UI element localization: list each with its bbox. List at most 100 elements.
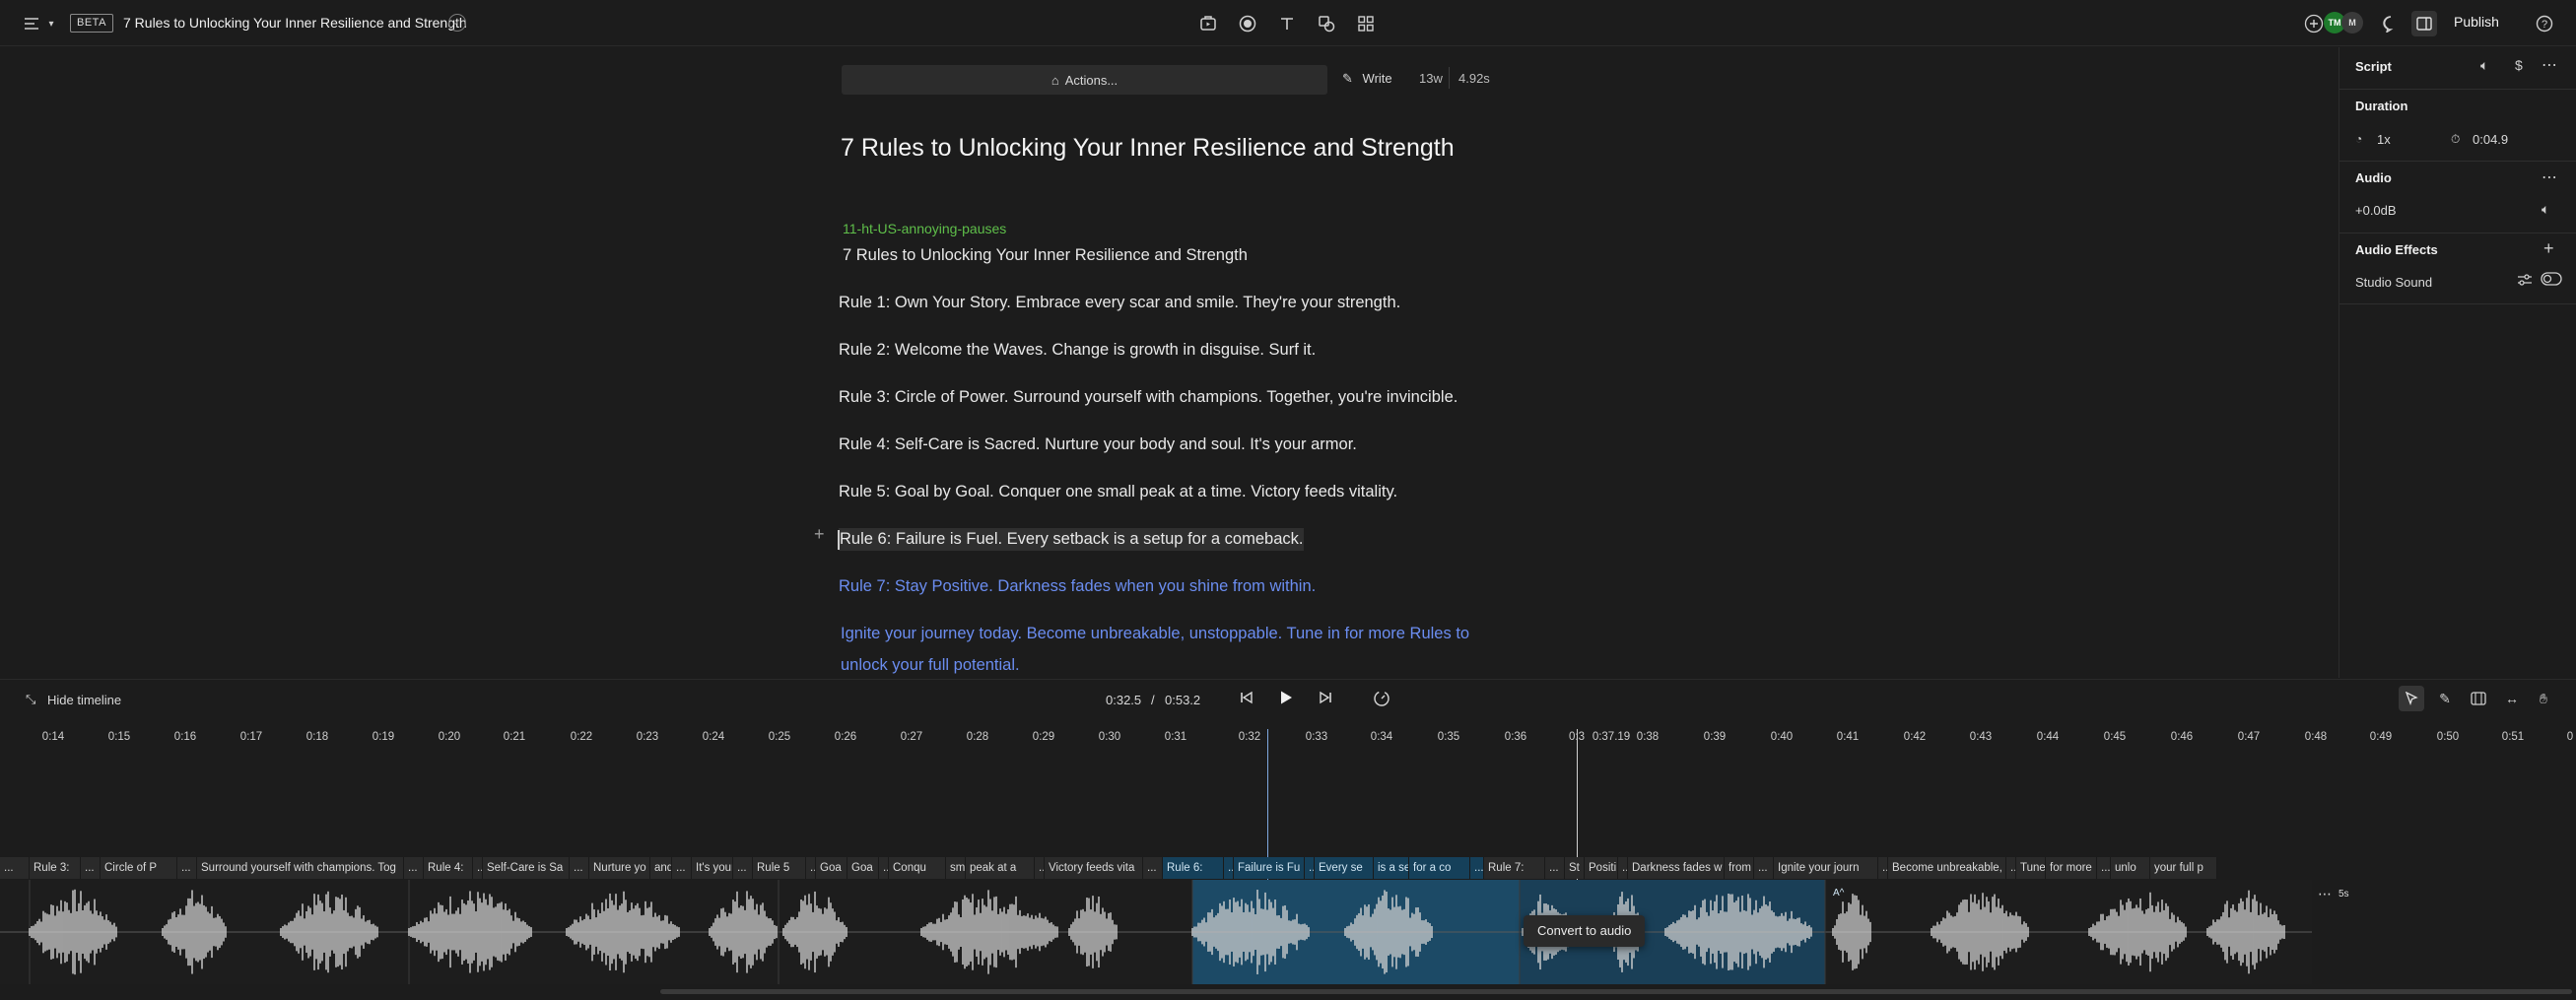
script-line-selected[interactable]: Rule 6: Failure is Fuel. Every setback i…: [839, 528, 1305, 551]
waveform[interactable]: [0, 880, 2576, 984]
comment-icon[interactable]: [2379, 12, 2403, 35]
word-chip[interactable]: ...: [672, 857, 692, 879]
word-chip[interactable]: ...: [1878, 857, 1888, 879]
word-chip[interactable]: ...: [1754, 857, 1774, 879]
word-chip[interactable]: ...: [1224, 857, 1234, 879]
word-chip[interactable]: ...: [81, 857, 101, 879]
grid-icon[interactable]: [1354, 12, 1378, 35]
text-icon[interactable]: [1275, 12, 1299, 35]
word-chip[interactable]: It's your: [692, 857, 733, 879]
word-chip[interactable]: Rule 4:: [424, 857, 473, 879]
script-line[interactable]: Rule 1: Own Your Story. Embrace every sc…: [839, 294, 1400, 312]
script-line[interactable]: Rule 5: Goal by Goal. Conquer one small …: [839, 483, 1397, 501]
avatar[interactable]: M: [2341, 12, 2363, 33]
chevron-down-icon[interactable]: ▾: [39, 12, 63, 35]
word-chip[interactable]: Rule 6:: [1163, 857, 1224, 879]
script-line[interactable]: unlock your full potential.: [841, 656, 1020, 675]
speaker-icon[interactable]: 🔈︎: [2480, 57, 2488, 74]
word-chip[interactable]: ...: [879, 857, 889, 879]
word-chip[interactable]: Ignite your journ: [1774, 857, 1878, 879]
word-chip[interactable]: Positi: [1585, 857, 1618, 879]
word-chip[interactable]: ...: [733, 857, 753, 879]
word-chip[interactable]: for a co: [1409, 857, 1470, 879]
word-chip[interactable]: ...: [2006, 857, 2016, 879]
word-chip[interactable]: ...: [1035, 857, 1045, 879]
word-chip[interactable]: from w: [1725, 857, 1754, 879]
shapes-icon[interactable]: [1315, 12, 1338, 35]
fit-width-icon[interactable]: ↔: [2499, 686, 2525, 711]
timeline-ruler[interactable]: 0:14 0:15 0:16 0:17 0:18 0:19 0:20 0:21 0:22 0:23…: [0, 721, 2576, 751]
speed-value[interactable]: 1x: [2377, 132, 2391, 147]
speaker-label[interactable]: 11-ht-US-annoying-pauses: [843, 221, 1006, 236]
word-chip[interactable]: Become unbreakable, u: [1888, 857, 2006, 879]
hide-timeline-button[interactable]: Hide timeline: [47, 693, 121, 707]
word-chip[interactable]: Goa: [816, 857, 847, 879]
word-chip[interactable]: Self-Care is Sa: [483, 857, 570, 879]
edit-tool-icon[interactable]: ✎: [2432, 686, 2458, 711]
sidebar-toggle-icon[interactable]: [2411, 11, 2437, 36]
volume-icon[interactable]: 🔈︎: [2542, 201, 2549, 218]
add-block-icon[interactable]: +: [814, 524, 825, 545]
play-icon[interactable]: [1278, 690, 1294, 709]
word-chip[interactable]: ...: [177, 857, 197, 879]
collapse-icon[interactable]: ⤡: [26, 692, 35, 707]
script-line[interactable]: Rule 2: Welcome the Waves. Change is gro…: [839, 341, 1316, 360]
word-chip[interactable]: Rule 5: [753, 857, 806, 879]
more-icon[interactable]: ⋯: [2318, 886, 2332, 902]
word-chip[interactable]: ...: [1545, 857, 1565, 879]
word-chip[interactable]: ...: [473, 857, 483, 879]
word-chip[interactable]: sma: [946, 857, 966, 879]
gain-value[interactable]: +0.0dB: [2355, 203, 2397, 218]
word-chip[interactable]: ...: [2097, 857, 2111, 879]
script-heading[interactable]: 7 Rules to Unlocking Your Inner Resilien…: [841, 134, 1455, 163]
help-icon[interactable]: ?: [2533, 12, 2556, 35]
word-chip[interactable]: is a se: [1374, 857, 1409, 879]
word-chip[interactable]: Failure is Fu: [1234, 857, 1305, 879]
word-chip[interactable]: Rule 7:: [1484, 857, 1545, 879]
word-chip[interactable]: peak at a: [966, 857, 1035, 879]
record-icon[interactable]: [1236, 12, 1259, 35]
skip-back-icon[interactable]: [1240, 691, 1254, 708]
playback-speed-icon[interactable]: [1373, 690, 1390, 711]
dollar-icon[interactable]: $: [2515, 57, 2523, 73]
word-track[interactable]: ... Rule 3:... Circle of P... Surround your…: [0, 857, 2576, 879]
select-tool-icon[interactable]: [2399, 686, 2424, 711]
skip-forward-icon[interactable]: [1319, 691, 1332, 708]
hand-tool-icon[interactable]: ✋︎: [2531, 686, 2556, 711]
script-line[interactable]: Rule 4: Self-Care is Sacred. Nurture you…: [839, 435, 1357, 454]
audio-waveform-track[interactable]: A^ ⋯ 5s: [0, 880, 2576, 984]
word-chip[interactable]: Surround yourself with champions. Tog: [197, 857, 404, 879]
script-line[interactable]: Rule 7: Stay Positive. Darkness fades wh…: [839, 577, 1316, 596]
record-media-icon[interactable]: [1196, 12, 1220, 35]
more-icon[interactable]: ⋯: [2542, 167, 2557, 187]
word-chip[interactable]: ...: [570, 857, 589, 879]
word-chip[interactable]: ...: [1470, 857, 1484, 879]
word-chip[interactable]: Circle of P: [101, 857, 177, 879]
word-chip[interactable]: ...: [1143, 857, 1163, 879]
horizontal-scrollbar[interactable]: [660, 989, 2572, 994]
word-chip[interactable]: Victory feeds vita: [1045, 857, 1143, 879]
actions-button[interactable]: ⌂ Actions...: [842, 65, 1327, 95]
word-chip[interactable]: Goa: [847, 857, 879, 879]
clip-tool-icon[interactable]: [2466, 686, 2491, 711]
word-chip[interactable]: your full p: [2150, 857, 2217, 879]
studio-sound-toggle[interactable]: [2541, 272, 2562, 289]
sliders-icon[interactable]: [2517, 273, 2533, 290]
add-collaborator-icon[interactable]: [2302, 12, 2326, 35]
publish-button[interactable]: Publish: [2454, 14, 2499, 30]
word-chip[interactable]: St: [1565, 857, 1585, 879]
document-title[interactable]: 7 Rules to Unlocking Your Inner Resilien…: [123, 15, 467, 31]
script-line[interactable]: Rule 3: Circle of Power. Surround yourse…: [839, 388, 1457, 407]
word-chip[interactable]: Rule 3:: [30, 857, 81, 879]
word-chip[interactable]: and s: [650, 857, 672, 879]
clip-duration[interactable]: 0:04.9: [2473, 132, 2508, 147]
script-line[interactable]: Ignite your journey today. Become unbrea…: [841, 625, 1469, 643]
word-chip[interactable]: ...: [1305, 857, 1315, 879]
word-chip[interactable]: ...: [806, 857, 816, 879]
more-icon[interactable]: ⋯: [2542, 55, 2557, 75]
write-button[interactable]: ✎ Write: [1342, 71, 1392, 87]
word-chip[interactable]: Darkness fades w: [1628, 857, 1725, 879]
word-chip[interactable]: ...: [1618, 857, 1628, 879]
word-chip[interactable]: Tune: [2016, 857, 2046, 879]
word-chip[interactable]: unlo: [2111, 857, 2150, 879]
